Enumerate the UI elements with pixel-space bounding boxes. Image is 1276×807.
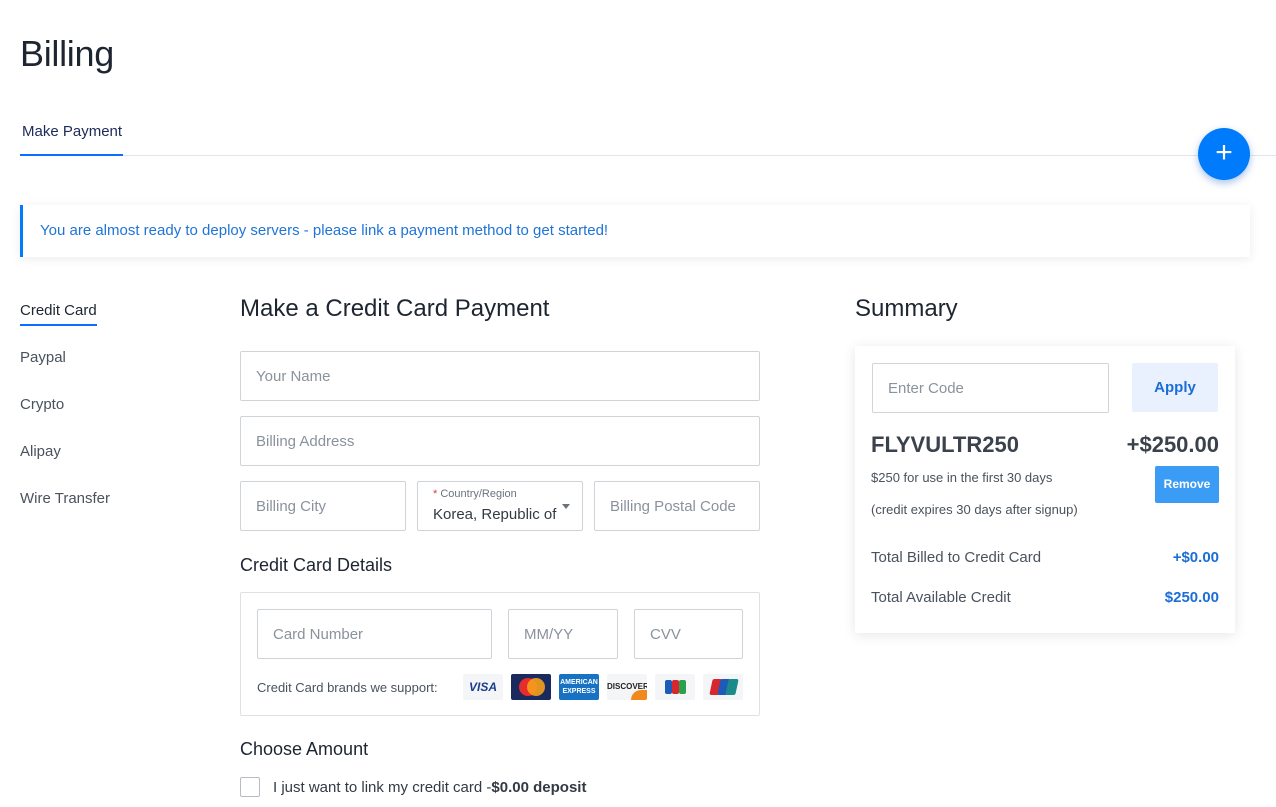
form-title: Make a Credit Card Payment [240, 295, 550, 322]
nav-item-wire-transfer[interactable]: Wire Transfer [20, 490, 140, 537]
unionpay-icon [703, 674, 743, 700]
tab-bar: Make Payment [20, 110, 1276, 156]
link-card-amount: $0.00 deposit [491, 779, 587, 796]
billing-city-input[interactable] [240, 481, 406, 531]
card-number-input[interactable] [257, 609, 492, 659]
alert-text: You are almost ready to deploy servers -… [40, 222, 609, 239]
credit-label: Total Available Credit [871, 589, 1011, 606]
jcb-icon [655, 674, 695, 700]
summary-title: Summary [855, 295, 958, 322]
promo-description: $250 for use in the first 30 days [871, 470, 1053, 485]
link-card-label: I just want to link my credit card -$0.0… [273, 779, 586, 796]
visa-icon: VISA [463, 674, 503, 700]
promo-code: FLYVULTR250 [871, 432, 1019, 457]
required-mark: * [433, 488, 438, 500]
nav-item-label: Crypto [20, 396, 65, 413]
promo-amount: +$250.00 [1126, 432, 1219, 457]
billing-address-input[interactable] [240, 416, 760, 466]
page-title: Billing [20, 33, 114, 74]
add-button[interactable]: + [1198, 128, 1250, 180]
promo-code-input[interactable] [872, 363, 1109, 413]
payment-method-nav: Credit Card Paypal Crypto Alipay Wire Tr… [20, 302, 140, 537]
mastercard-icon [511, 674, 551, 700]
nav-item-label: Alipay [20, 443, 61, 460]
country-select[interactable]: * Country/Region Korea, Republic of [417, 481, 583, 531]
promo-expiry-note: (credit expires 30 days after signup) [871, 502, 1078, 517]
nav-item-paypal[interactable]: Paypal [20, 349, 140, 396]
discover-icon: DISCOVER [607, 674, 647, 700]
country-label: * Country/Region [433, 488, 517, 500]
postal-code-input[interactable] [594, 481, 760, 531]
apply-button[interactable]: Apply [1132, 363, 1218, 412]
billed-label: Total Billed to Credit Card [871, 549, 1042, 566]
nav-item-alipay[interactable]: Alipay [20, 443, 140, 490]
choose-amount-title: Choose Amount [240, 739, 369, 759]
country-value: Korea, Republic of [433, 506, 557, 523]
expiry-input[interactable] [508, 609, 618, 659]
cvv-input[interactable] [634, 609, 743, 659]
billed-value: +$0.00 [1172, 549, 1219, 566]
caret-down-icon [562, 504, 570, 509]
card-details-title: Credit Card Details [240, 555, 393, 575]
brands-label: Credit Card brands we support: [257, 680, 438, 695]
country-label-text: Country/Region [440, 488, 517, 500]
remove-button[interactable]: Remove [1155, 466, 1219, 503]
plus-icon: + [1215, 136, 1233, 169]
american-express-icon: AMERICAN EXPRESS [559, 674, 599, 700]
link-card-checkbox[interactable] [240, 777, 260, 797]
link-card-text: I just want to link my credit card - [273, 779, 492, 796]
alert-banner: You are almost ready to deploy servers -… [20, 205, 1250, 257]
nav-item-label: Paypal [20, 349, 66, 366]
credit-value: $250.00 [1164, 589, 1219, 606]
nav-item-crypto[interactable]: Crypto [20, 396, 140, 443]
nav-item-label: Credit Card [20, 302, 97, 326]
nav-item-credit-card[interactable]: Credit Card [20, 302, 140, 349]
nav-item-label: Wire Transfer [20, 490, 111, 507]
name-input[interactable] [240, 351, 760, 401]
tab-make-payment[interactable]: Make Payment [20, 110, 123, 156]
